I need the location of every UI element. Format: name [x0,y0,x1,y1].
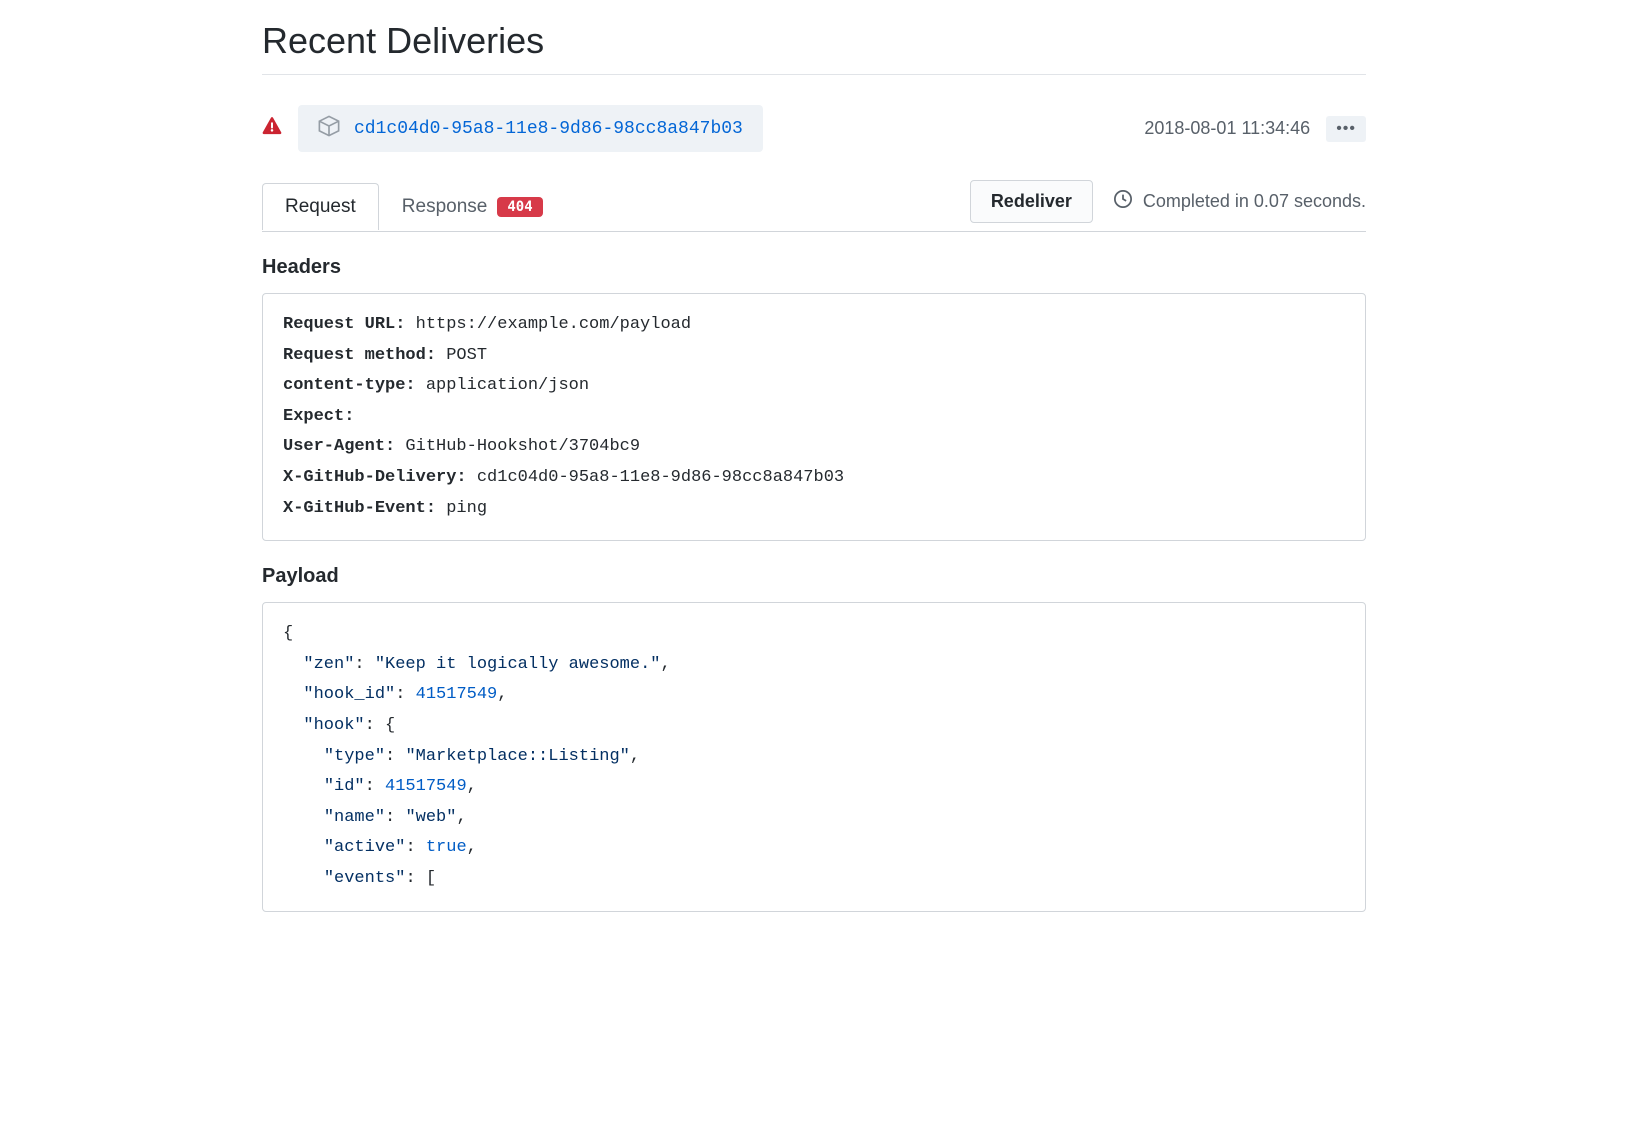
status-badge: 404 [497,197,542,217]
clock-icon [1113,189,1133,214]
json-value: "Marketplace::Listing" [405,747,629,766]
page-title: Recent Deliveries [262,20,1366,75]
json-key: "name" [324,808,385,827]
header-key: Request method: [283,346,436,365]
header-key: Request URL: [283,315,405,334]
delivery-chip[interactable]: cd1c04d0-95a8-11e8-9d86-98cc8a847b03 [298,105,763,152]
json-key: "events" [324,869,406,888]
payload-box: { "zen": "Keep it logically awesome.", "… [262,602,1366,911]
headers-box: Request URL: https://example.com/payload… [262,293,1366,541]
header-value: cd1c04d0-95a8-11e8-9d86-98cc8a847b03 [477,468,844,487]
more-actions-button[interactable]: ••• [1326,116,1366,142]
payload-heading: Payload [262,565,1366,588]
tab-response[interactable]: Response 404 [379,183,566,230]
json-value: [ [426,869,436,888]
header-key: X-GitHub-Event: [283,499,436,518]
delivery-timestamp: 2018-08-01 11:34:46 [1144,118,1310,139]
header-value: POST [446,346,487,365]
completed-text: Completed in 0.07 seconds. [1113,189,1366,214]
header-value: ping [446,499,487,518]
delivery-id: cd1c04d0-95a8-11e8-9d86-98cc8a847b03 [354,119,743,139]
json-value: true [426,838,467,857]
delivery-row: cd1c04d0-95a8-11e8-9d86-98cc8a847b03 201… [262,105,1366,152]
header-value: application/json [426,376,589,395]
json-key: "zen" [303,655,354,674]
header-key: User-Agent: [283,437,395,456]
tab-request-label: Request [285,196,356,218]
header-key: content-type: [283,376,416,395]
json-key: "hook_id" [303,685,395,704]
header-key: Expect: [283,407,354,426]
tab-request[interactable]: Request [262,183,379,230]
tab-response-label: Response [402,196,488,218]
json-key: "id" [324,777,365,796]
json-key: "active" [324,838,406,857]
header-value: https://example.com/payload [416,315,691,334]
json-value: 41517549 [385,777,467,796]
redeliver-button[interactable]: Redeliver [970,180,1093,223]
json-key: "hook" [303,716,364,735]
header-value: GitHub-Hookshot/3704bc9 [405,437,640,456]
json-key: "type" [324,747,385,766]
json-value: "web" [405,808,456,827]
package-icon [318,115,340,142]
completed-label: Completed in 0.07 seconds. [1143,191,1366,212]
tabs: Request Response 404 Redeliver Completed… [262,180,1366,232]
alert-triangle-icon [262,116,282,141]
headers-heading: Headers [262,256,1366,279]
json-value: "Keep it logically awesome." [375,655,661,674]
json-value: 41517549 [416,685,498,704]
header-key: X-GitHub-Delivery: [283,468,467,487]
